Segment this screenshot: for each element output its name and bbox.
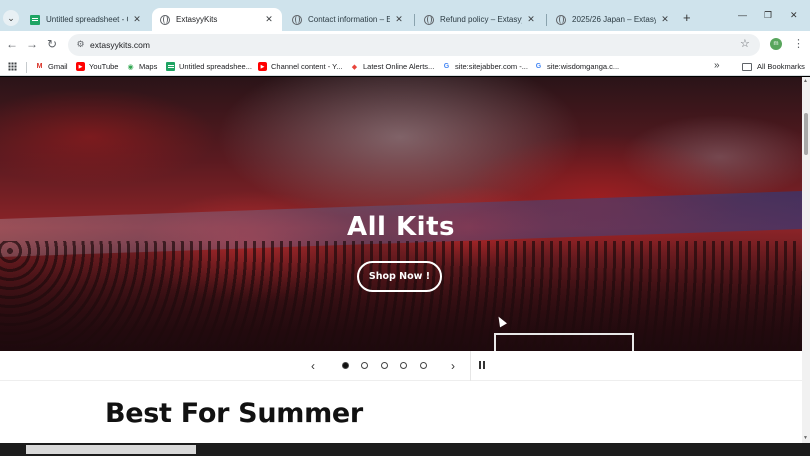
tab-search-button[interactable]: ⌄	[3, 10, 19, 26]
window-close-icon[interactable]: ✕	[790, 10, 798, 21]
tab-strip: ⌄ Untitled spreadsheet - Goog ✕ ExtasyyK…	[0, 0, 810, 34]
close-icon[interactable]: ✕	[394, 14, 404, 25]
controls-divider	[470, 351, 471, 381]
tab-divider	[414, 14, 415, 26]
tab-divider	[546, 14, 547, 26]
sheets-icon	[30, 14, 40, 25]
globe-icon	[292, 14, 302, 25]
bookmark-wisdomganga[interactable]: G site:wisdomganga.c...	[534, 62, 619, 71]
close-icon[interactable]: ✕	[132, 14, 142, 25]
close-icon[interactable]: ✕	[526, 14, 536, 25]
tab-refund-policy[interactable]: Refund policy – ExtasyyKits ✕	[416, 8, 544, 31]
google-icon: G	[535, 63, 542, 70]
slide-dot-2[interactable]	[361, 362, 368, 369]
restore-icon[interactable]: ❐	[764, 10, 772, 21]
slide-dot-3[interactable]	[381, 362, 388, 369]
bookmark-youtube[interactable]: ▶ YouTube	[76, 62, 118, 71]
bookmark-sitejabber[interactable]: G site:sitejabber.com -...	[442, 62, 528, 71]
scroll-up-icon[interactable]: ▲	[803, 78, 808, 84]
reload-icon[interactable]: ↻	[47, 37, 57, 51]
hero-image-crowd	[0, 241, 802, 351]
gmail-icon: M	[36, 63, 43, 70]
slide-dot-1[interactable]	[342, 362, 349, 369]
bookmark-gmail[interactable]: M Gmail	[35, 62, 68, 71]
more-bookmarks-icon[interactable]: »	[714, 60, 720, 71]
forward-arrow-icon[interactable]: →	[26, 37, 38, 51]
tab-spreadsheet[interactable]: Untitled spreadsheet - Goog ✕	[22, 8, 150, 31]
scroll-down-icon[interactable]: ▼	[803, 435, 808, 441]
bookmarks-divider	[26, 62, 27, 73]
close-icon[interactable]: ✕	[660, 14, 670, 25]
back-arrow-icon[interactable]: ←	[6, 37, 18, 51]
bookmark-star-icon[interactable]: ☆	[740, 37, 750, 50]
page-viewport: All Kits Shop Now ! ‹ › Best For Summer	[0, 77, 802, 443]
tab-extasyykits[interactable]: ExtasyyKits ✕	[152, 8, 282, 31]
youtube-icon: ▶	[76, 62, 85, 71]
folder-icon	[742, 62, 752, 71]
hero-title: All Kits	[347, 212, 455, 242]
address-bar[interactable]: ⚙ extasyykits.com	[68, 34, 760, 56]
taskbar-window-preview[interactable]	[26, 445, 196, 454]
bookmark-channel-content[interactable]: ▶ Channel content - Y...	[258, 62, 342, 71]
url-text[interactable]: extasyykits.com	[90, 40, 150, 50]
sheets-icon	[166, 62, 175, 71]
profile-avatar[interactable]: m	[770, 38, 782, 50]
maps-icon: ◉	[127, 63, 134, 71]
pause-icon[interactable]	[479, 361, 485, 369]
hero-slideshow: All Kits Shop Now !	[0, 77, 802, 351]
tab-contact-information[interactable]: Contact information – Extas ✕	[284, 8, 412, 31]
globe-icon	[556, 14, 566, 25]
scrollbar-thumb[interactable]	[804, 113, 808, 155]
toolbar: ← → ↻ ⚙ extasyykits.com	[0, 31, 810, 59]
shop-now-button[interactable]: Shop Now !	[357, 261, 442, 292]
menu-kebab-icon[interactable]: ⋮	[793, 38, 804, 50]
bookmark-spreadsheet[interactable]: Untitled spreadshee...	[166, 62, 252, 71]
next-slide-icon[interactable]: ›	[451, 359, 455, 373]
taskbar	[0, 443, 810, 456]
apps-grid-icon[interactable]	[8, 62, 17, 71]
slideshow-controls: ‹ ›	[0, 351, 802, 381]
slide-dot-4[interactable]	[400, 362, 407, 369]
site-settings-icon[interactable]: ⚙	[75, 39, 86, 50]
alert-icon: ◆	[351, 63, 358, 71]
close-icon[interactable]: ✕	[264, 14, 274, 25]
tab-japan-kit[interactable]: 2025/26 Japan – ExtasyyKits ✕	[548, 8, 678, 31]
hero-image-goal	[494, 333, 634, 351]
page-scrollbar[interactable]: ▲ ▼	[802, 77, 810, 443]
new-tab-icon[interactable]: +	[683, 10, 691, 25]
bookmark-maps[interactable]: ◉ Maps	[126, 62, 157, 71]
all-bookmarks-button[interactable]: All Bookmarks	[742, 62, 805, 71]
youtube-icon: ▶	[258, 62, 267, 71]
section-heading: Best For Summer	[105, 398, 363, 429]
google-icon: G	[443, 63, 450, 70]
globe-icon	[424, 14, 434, 25]
globe-icon	[160, 14, 170, 25]
bookmark-online-alerts[interactable]: ◆ Latest Online Alerts...	[350, 62, 435, 71]
slide-dot-5[interactable]	[420, 362, 427, 369]
minimize-icon[interactable]: —	[738, 10, 747, 20]
previous-slide-icon[interactable]: ‹	[311, 359, 315, 373]
